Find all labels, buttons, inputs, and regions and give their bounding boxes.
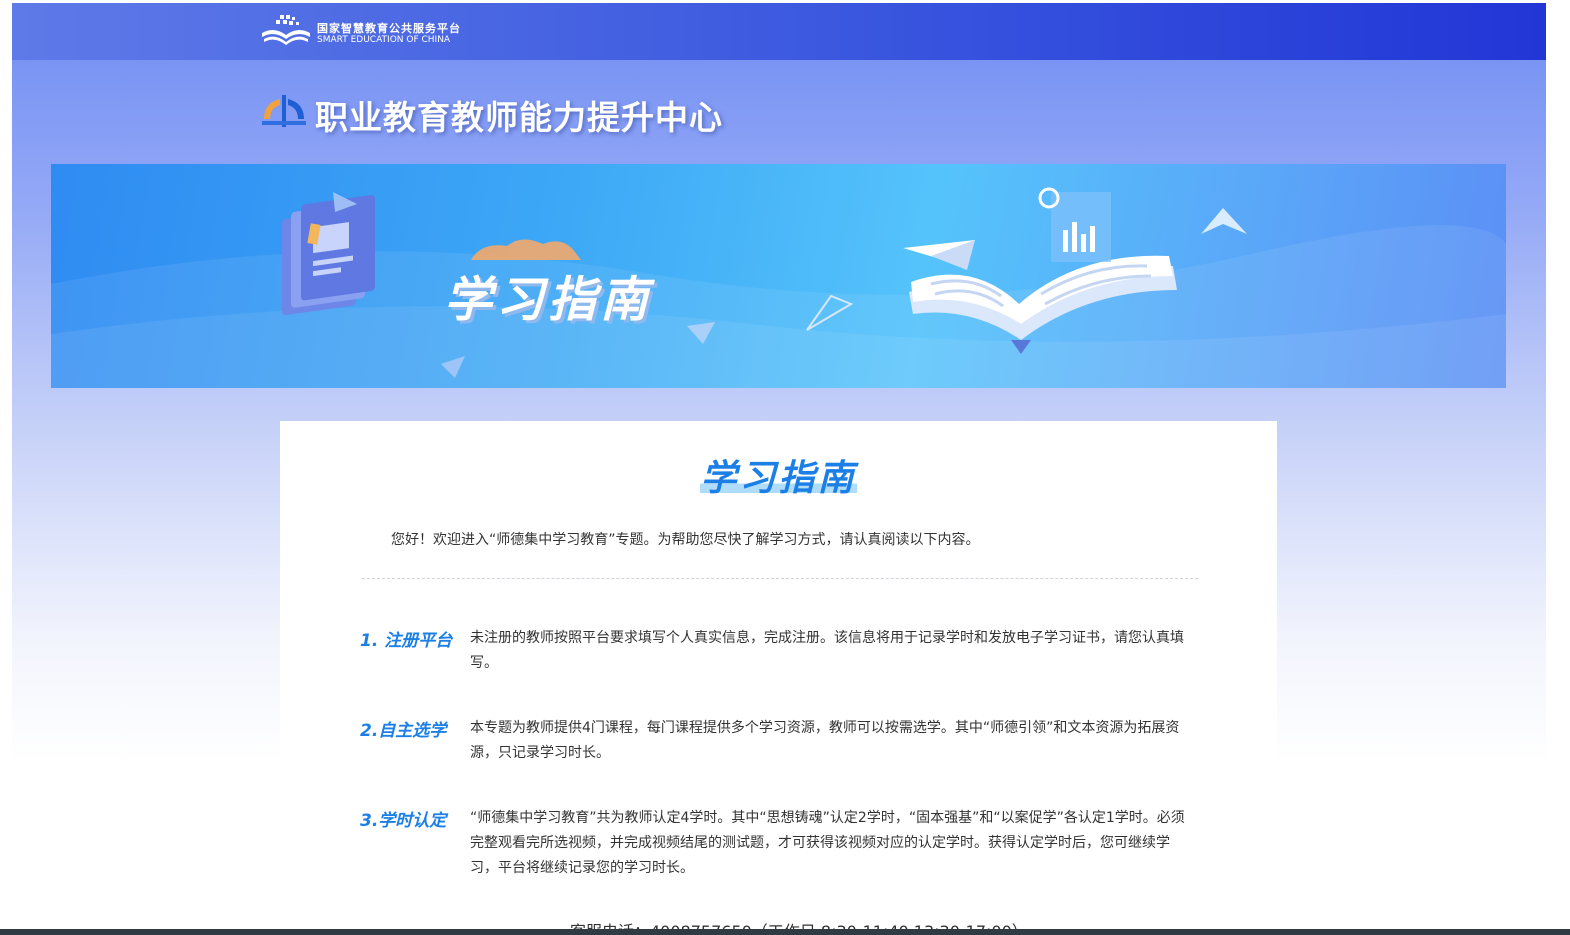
banner-illustration — [51, 187, 1506, 388]
step-text: 本专题为教师提供4门课程，每门课程提供多个学习资源，教师可以按需选学。其中“师德… — [470, 720, 1180, 761]
paper-plane-icon — [1201, 208, 1247, 234]
step-text: “师德集中学习教育”共为教师认定4学时。其中“思想铸魂”认定2学时，“固本强基”… — [470, 810, 1185, 876]
guide-card: 学习指南 您好！欢迎进入“师德集中学习教育”专题。为帮助您尽快了解学习方式，请认… — [280, 421, 1277, 935]
books-stack-icon — [282, 194, 375, 316]
guide-title: 学习指南 — [700, 458, 857, 499]
center-title: 职业教育教师能力提升中心 — [315, 98, 723, 137]
step-label: 2.自主选学 — [360, 721, 447, 741]
cloud-icon — [471, 239, 581, 260]
hero-banner: 学习指南 — [51, 164, 1506, 388]
step-label: 3.学时认定 — [360, 811, 447, 831]
bottom-scrollbar[interactable] — [0, 929, 1570, 935]
window-right-edge — [1546, 0, 1570, 935]
chart-panel-icon — [1038, 187, 1111, 262]
center-logo-icon — [262, 95, 306, 127]
page-background: 国家智慧教育公共服务平台 SMART EDUCATION OF CHINA 职业… — [12, 3, 1546, 935]
site-name-cn[interactable]: 国家智慧教育公共服务平台 — [317, 20, 461, 36]
step-text: 未注册的教师按照平台要求填写个人真实信息，完成注册。该信息将用于记录学时和发放电… — [470, 630, 1184, 671]
open-book-logo-icon[interactable] — [258, 13, 314, 49]
banner-title: 学习指南 — [444, 272, 653, 328]
top-header-bar: 国家智慧教育公共服务平台 SMART EDUCATION OF CHINA — [12, 3, 1546, 60]
step-label: 1. 注册平台 — [360, 631, 453, 651]
dashed-divider — [362, 578, 1198, 579]
site-name-en[interactable]: SMART EDUCATION OF CHINA — [317, 35, 450, 45]
guide-intro: 您好！欢迎进入“师德集中学习教育”专题。为帮助您尽快了解学习方式，请认真阅读以下… — [391, 532, 980, 548]
